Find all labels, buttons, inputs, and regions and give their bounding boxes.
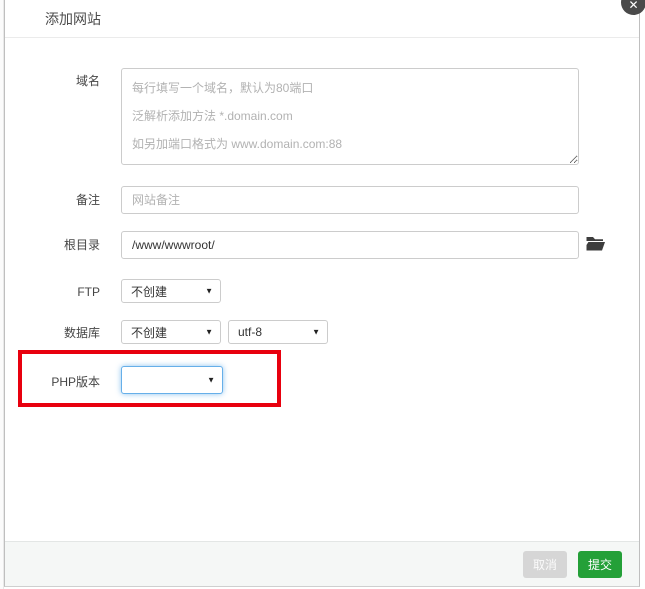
domain-label: 域名 xyxy=(75,74,100,88)
add-site-modal: 添加网站 域名 备注 根目录 FTP 不创建 ▼ 数据库 不创建 ▼ xyxy=(4,0,640,587)
charset-select[interactable]: utf-8 ▼ xyxy=(228,320,328,344)
modal-title: 添加网站 xyxy=(45,10,101,27)
php-version-select[interactable]: ▼ xyxy=(121,366,223,394)
ftp-select[interactable]: 不创建 ▼ xyxy=(121,279,221,303)
php-version-label: PHP版本 xyxy=(51,375,100,389)
domain-textarea[interactable] xyxy=(121,68,579,165)
caret-down-icon: ▼ xyxy=(207,375,215,385)
caret-down-icon: ▼ xyxy=(205,286,213,296)
modal-footer: 取消 提交 xyxy=(5,541,639,586)
ftp-label: FTP xyxy=(77,285,100,299)
database-select-value: 不创建 xyxy=(131,325,168,340)
browse-folder-button[interactable] xyxy=(584,233,606,253)
database-select[interactable]: 不创建 ▼ xyxy=(121,320,221,344)
charset-select-value: utf-8 xyxy=(238,325,263,339)
caret-down-icon: ▼ xyxy=(312,327,320,337)
database-label: 数据库 xyxy=(63,326,100,340)
submit-button[interactable]: 提交 xyxy=(578,551,622,578)
root-dir-label: 根目录 xyxy=(63,238,100,252)
screen: 添加网站 域名 备注 根目录 FTP 不创建 ▼ 数据库 不创建 ▼ xyxy=(0,0,645,589)
modal-header: 添加网站 xyxy=(5,0,639,38)
folder-icon xyxy=(586,236,605,250)
ftp-select-value: 不创建 xyxy=(131,284,168,299)
close-icon: ✕ xyxy=(628,0,639,12)
remark-input[interactable] xyxy=(121,186,579,214)
root-dir-input[interactable] xyxy=(121,231,579,259)
cancel-button[interactable]: 取消 xyxy=(523,551,567,578)
caret-down-icon: ▼ xyxy=(205,327,213,337)
remark-label: 备注 xyxy=(75,193,100,207)
